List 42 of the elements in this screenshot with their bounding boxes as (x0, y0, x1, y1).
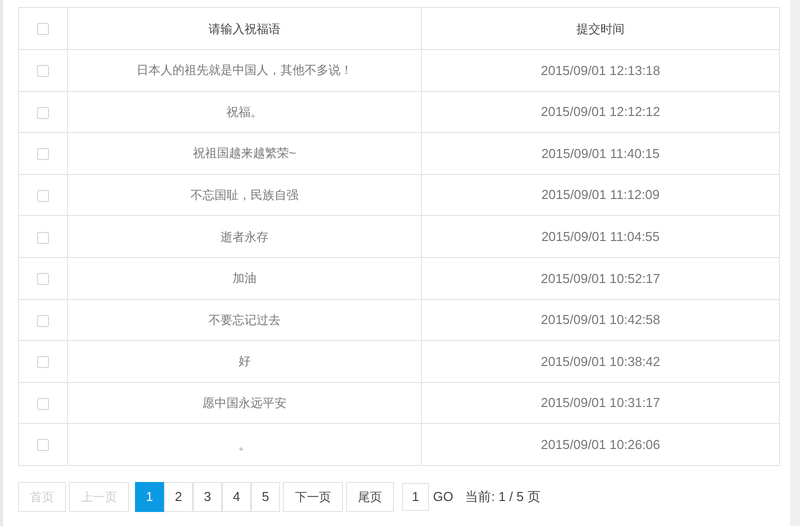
page-button[interactable]: 5 (251, 482, 280, 512)
checkbox[interactable] (37, 23, 49, 36)
checkbox[interactable] (37, 106, 49, 119)
message-cell: 日本人的祖先就是中国人，其他不多说！ (136, 63, 352, 78)
checkbox[interactable] (37, 314, 49, 327)
nav-button[interactable]: 下一页 (283, 482, 343, 512)
message-cell: 祝福。 (226, 104, 262, 119)
time-cell: 2015/09/01 10:26:06 (540, 436, 660, 452)
page-button[interactable]: 3 (193, 482, 222, 512)
checkbox[interactable] (37, 232, 49, 244)
time-cell: 2015/09/01 10:31:17 (540, 395, 660, 410)
message-cell: 逝者永存 (220, 230, 268, 244)
page-input[interactable]: 1 (402, 482, 429, 511)
checkbox[interactable] (37, 273, 49, 286)
time-cell: 2015/09/01 11:04:55 (541, 228, 660, 244)
time-cell: 2015/09/01 10:38:42 (540, 354, 660, 369)
page-button[interactable]: 4 (222, 482, 251, 512)
message-cell: 愿中国永远平安 (202, 396, 286, 410)
time-cell: 2015/09/01 11:40:15 (541, 146, 660, 161)
message-cell: 加油 (232, 271, 256, 286)
nav-button[interactable]: 尾页 (346, 482, 394, 512)
checkbox[interactable] (37, 65, 49, 78)
message-cell: 好 (238, 354, 250, 368)
checkbox[interactable] (37, 356, 49, 368)
checkbox[interactable] (37, 439, 49, 452)
message-cell: 祝祖国越来越繁荣~ (192, 146, 296, 160)
time-cell: 2015/09/01 10:42:58 (540, 312, 660, 328)
column-header: 请输入祝福语 (208, 22, 280, 36)
go-button[interactable]: GO (433, 487, 454, 507)
message-cell: 。 (238, 438, 250, 452)
checkbox[interactable] (37, 190, 49, 202)
time-cell: 2015/09/01 12:12:12 (540, 104, 660, 120)
page-status: 当前: 1 / 5 页 (465, 488, 540, 506)
message-cell: 不忘国耻，民族自强 (190, 188, 298, 202)
page-button[interactable]: 2 (164, 482, 193, 512)
time-cell: 2015/09/01 12:13:18 (540, 62, 660, 78)
time-cell: 2015/09/01 10:52:17 (540, 270, 660, 286)
checkbox[interactable] (37, 398, 49, 410)
time-cell: 2015/09/01 11:12:09 (541, 187, 660, 202)
message-cell: 不要忘记过去 (208, 312, 280, 327)
column-header: 提交时间 (576, 22, 624, 36)
checkbox[interactable] (37, 148, 49, 160)
